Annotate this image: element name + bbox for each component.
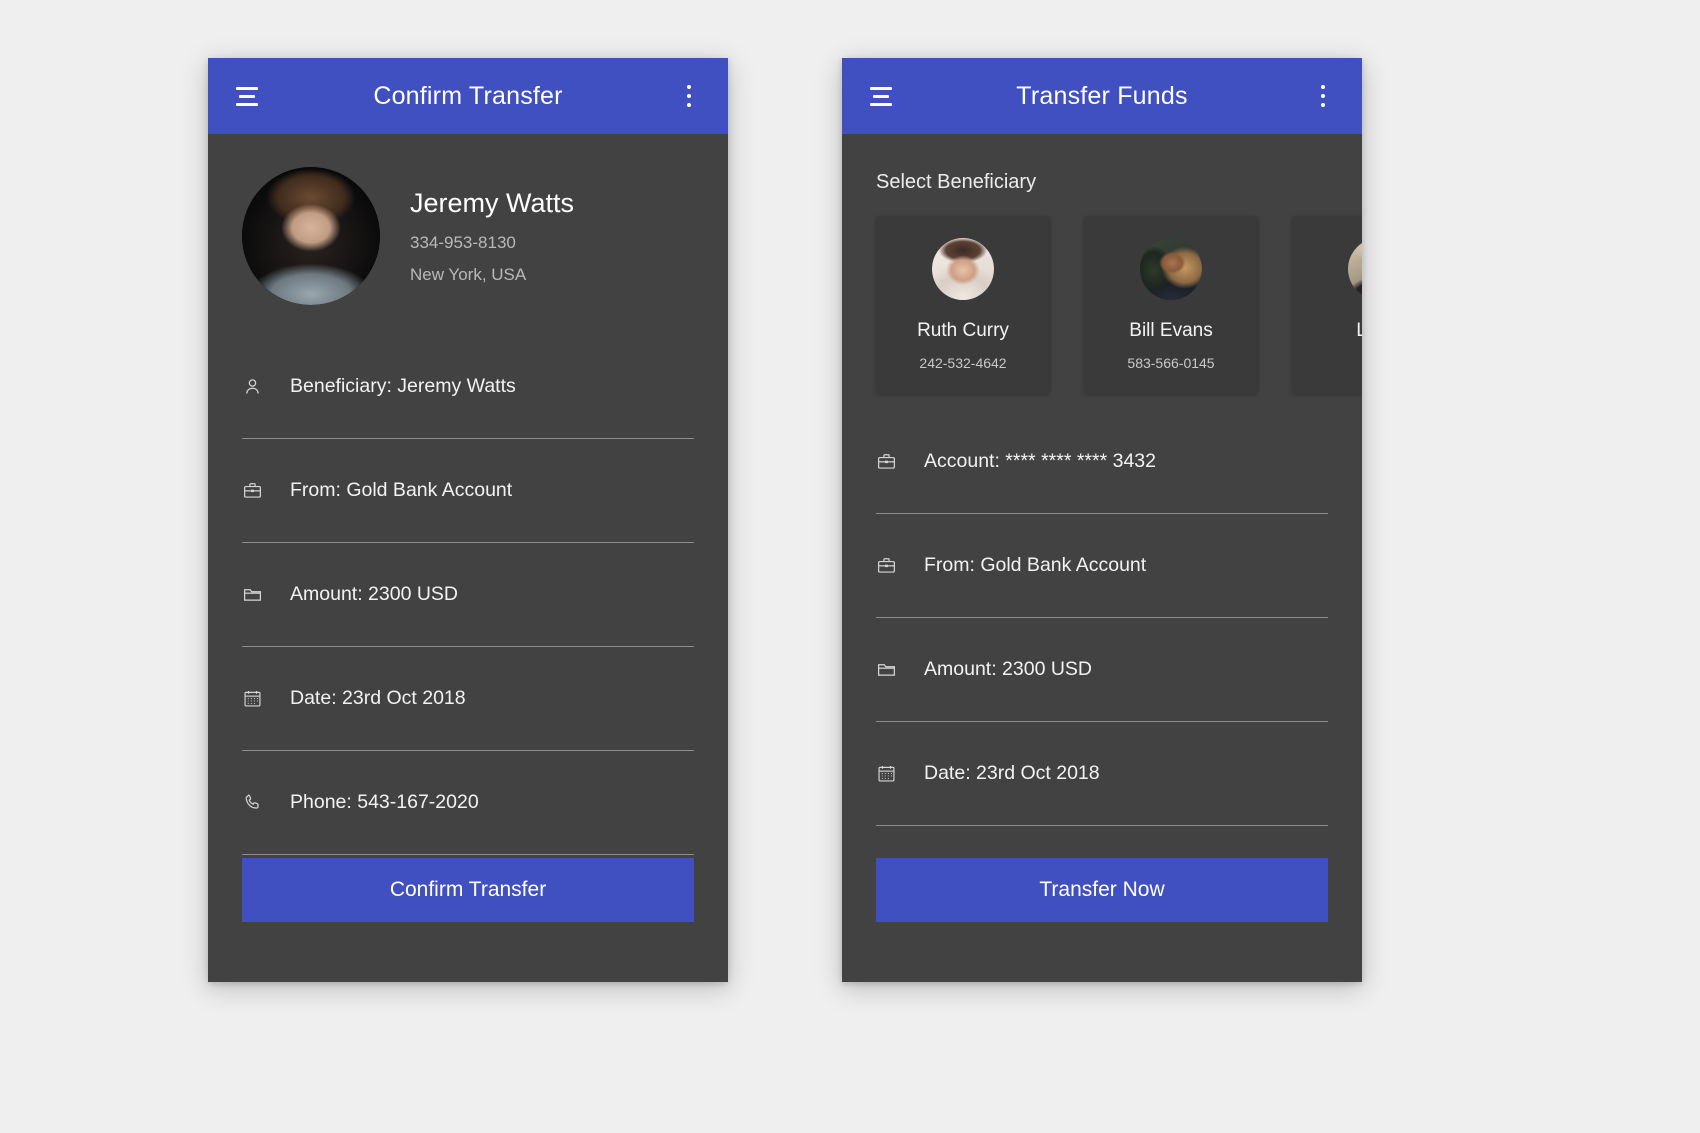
beneficiary-card[interactable]: Ruth Curry 242-532-4642 — [876, 216, 1050, 394]
beneficiary-card[interactable]: Lloyd 236- — [1292, 216, 1362, 394]
detail-row-date[interactable]: Date: 23rd Oct 2018 — [876, 722, 1328, 826]
page-title: Confirm Transfer — [373, 81, 563, 110]
avatar — [932, 238, 994, 300]
detail-row-label: Amount: 2300 USD — [290, 583, 459, 605]
folder-icon — [242, 584, 276, 605]
avatar — [1140, 238, 1202, 300]
more-vertical-icon[interactable] — [672, 79, 706, 113]
right-screen-body: Select Beneficiary Ruth Curry 242-532-46… — [842, 134, 1362, 982]
briefcase-icon — [876, 555, 910, 576]
profile-location: New York, USA — [410, 264, 527, 284]
screenshot-canvas: Confirm Transfer Jeremy Watts 334-953-81… — [0, 0, 1700, 1133]
folder-icon — [876, 659, 910, 680]
select-beneficiary-label: Select Beneficiary — [876, 171, 1037, 193]
detail-row-amount[interactable]: Amount: 2300 USD — [242, 543, 694, 647]
more-vertical-icon[interactable] — [1306, 79, 1340, 113]
beneficiary-phone: 242-532-4642 — [919, 355, 1007, 371]
transfer-details-list: Beneficiary: Jeremy Watts From: Gold Ban… — [242, 335, 694, 855]
detail-row-phone[interactable]: Phone: 543-167-2020 — [242, 751, 694, 855]
briefcase-icon — [876, 451, 910, 472]
detail-row-label: Beneficiary: Jeremy Watts — [290, 375, 516, 397]
confirm-transfer-button[interactable]: Confirm Transfer — [242, 858, 694, 922]
beneficiary-phone: 583-566-0145 — [1127, 355, 1215, 371]
transfer-funds-screen: Transfer Funds Select Beneficiary Ruth C… — [842, 58, 1362, 982]
detail-row-label: Account: **** **** **** 3432 — [924, 450, 1156, 472]
confirm-transfer-screen: Confirm Transfer Jeremy Watts 334-953-81… — [208, 58, 728, 982]
detail-row-amount[interactable]: Amount: 2300 USD — [876, 618, 1328, 722]
person-icon — [242, 376, 276, 397]
page-title: Transfer Funds — [1016, 81, 1188, 110]
hamburger-menu-icon[interactable] — [230, 79, 264, 113]
left-screen-body: Jeremy Watts 334-953-8130 New York, USA — [208, 134, 728, 982]
hamburger-menu-icon[interactable] — [864, 79, 898, 113]
beneficiary-name: Lloyd — [1356, 320, 1362, 341]
avatar — [1348, 238, 1362, 300]
beneficiary-name: Ruth Curry — [917, 320, 1009, 341]
calendar-icon — [876, 763, 910, 784]
detail-row-label: From: Gold Bank Account — [924, 554, 1147, 576]
briefcase-icon — [242, 480, 276, 501]
detail-row-label: Phone: 543-167-2020 — [290, 791, 479, 813]
detail-row-account[interactable]: Account: **** **** **** 3432 — [876, 410, 1328, 514]
beneficiary-card[interactable]: Bill Evans 583-566-0145 — [1084, 216, 1258, 394]
beneficiary-carousel[interactable]: Ruth Curry 242-532-4642 Bill Evans 583-5… — [876, 216, 1362, 394]
left-app-bar: Confirm Transfer — [208, 58, 728, 134]
detail-row-beneficiary[interactable]: Beneficiary: Jeremy Watts — [242, 335, 694, 439]
avatar — [242, 167, 380, 305]
detail-row-from[interactable]: From: Gold Bank Account — [876, 514, 1328, 618]
profile-phone: 334-953-8130 — [410, 232, 516, 252]
profile-name: Jeremy Watts — [410, 187, 575, 218]
detail-row-label: Date: 23rd Oct 2018 — [924, 762, 1100, 784]
detail-row-label: Date: 23rd Oct 2018 — [290, 687, 466, 709]
detail-row-date[interactable]: Date: 23rd Oct 2018 — [242, 647, 694, 751]
detail-row-label: Amount: 2300 USD — [924, 658, 1093, 680]
transfer-now-button[interactable]: Transfer Now — [876, 858, 1328, 922]
right-app-bar: Transfer Funds — [842, 58, 1362, 134]
beneficiary-name: Bill Evans — [1129, 320, 1213, 341]
phone-icon — [242, 792, 276, 813]
detail-row-from[interactable]: From: Gold Bank Account — [242, 439, 694, 543]
detail-row-label: From: Gold Bank Account — [290, 479, 513, 501]
transfer-form-list: Account: **** **** **** 3432 From: Gold … — [876, 410, 1328, 826]
calendar-icon — [242, 688, 276, 709]
profile-header: Jeremy Watts 334-953-8130 New York, USA — [242, 134, 694, 331]
